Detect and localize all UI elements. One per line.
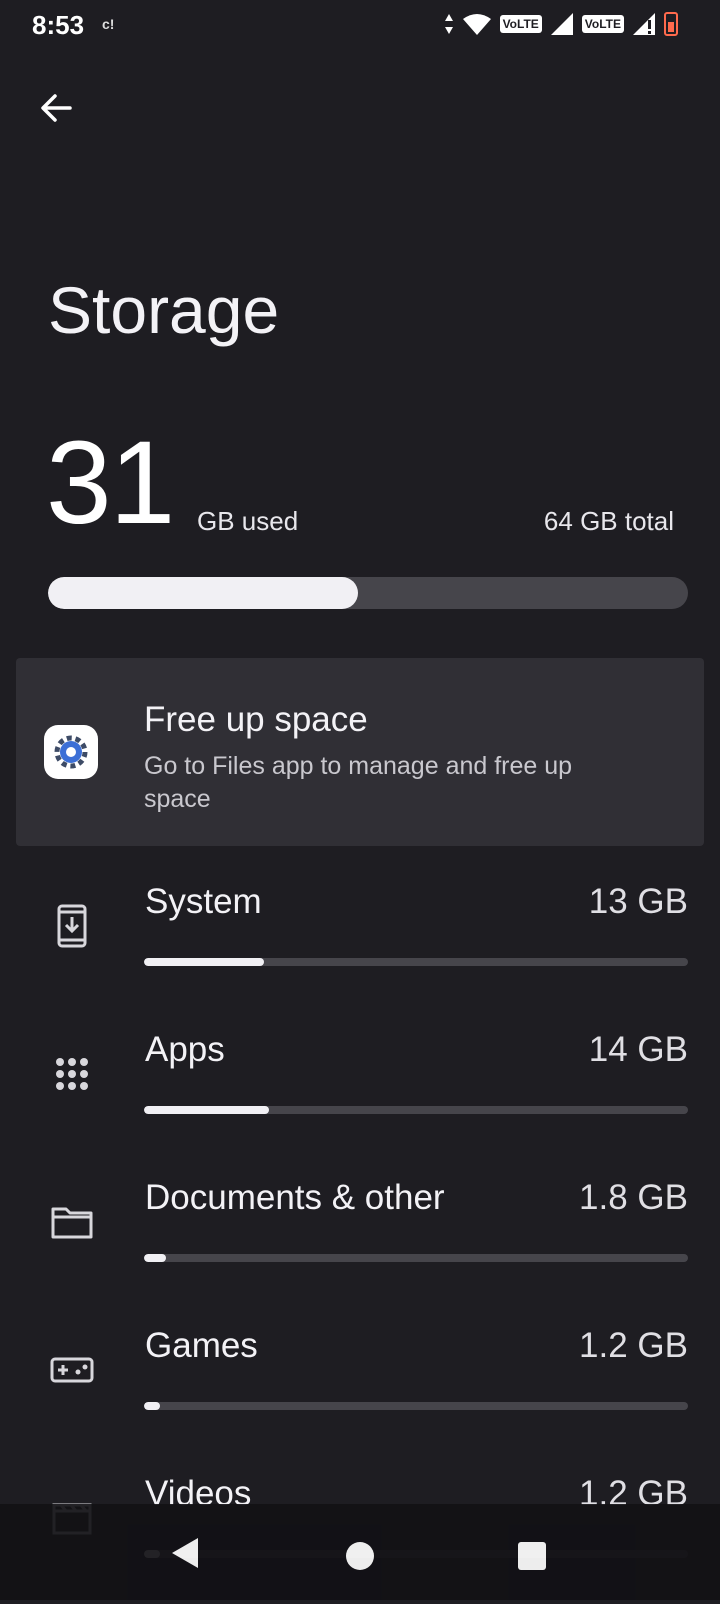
storage-usage-bar [48, 577, 688, 609]
status-time: 8:53 [32, 10, 85, 40]
status-icons: VoLTE VoLTE [444, 12, 678, 36]
category-row-documents[interactable]: Documents & other 1.8 GB [0, 1168, 720, 1308]
nav-recents-icon[interactable] [518, 1542, 546, 1570]
category-usage-fill [144, 1254, 166, 1262]
total-storage-label: 64 GB total [543, 506, 674, 536]
gamepad-icon [48, 1346, 96, 1394]
storage-usage-fill [48, 577, 358, 609]
volte-badge-2: VoLTE [581, 15, 624, 33]
category-label: Apps [145, 1030, 225, 1069]
battery-icon [664, 12, 678, 36]
status-bar: 8:53 c! VoLTE VoLTE [0, 0, 720, 54]
files-app-icon [44, 725, 98, 779]
nav-back-icon[interactable] [170, 1536, 200, 1570]
category-size: 13 GB [588, 882, 688, 921]
system-update-icon [48, 902, 96, 950]
free-up-space-subtitle: Go to Files app to manage and free up sp… [144, 752, 573, 813]
category-usage-bar [144, 958, 688, 966]
used-storage-unit: GB used [197, 506, 299, 536]
category-label: System [145, 882, 262, 921]
category-usage-bar [144, 1254, 688, 1262]
used-storage-value: 31 [46, 417, 175, 549]
category-usage-bar [144, 1402, 688, 1410]
category-size: 1.2 GB [579, 1326, 688, 1365]
free-up-space-title: Free up space [144, 700, 368, 739]
free-up-space-card[interactable]: Free up space Go to Files app to manage … [16, 658, 704, 846]
data-arrows-icon [444, 14, 453, 34]
folder-icon [48, 1198, 96, 1246]
category-size: 14 GB [588, 1030, 688, 1069]
category-usage-fill [144, 958, 264, 966]
signal-icon-1 [550, 13, 573, 35]
arrow-left-icon [41, 94, 72, 122]
category-usage-fill [144, 1402, 161, 1410]
notification-indicator: c! [102, 16, 115, 32]
system-navigation-bar [0, 1504, 720, 1600]
nav-home-icon[interactable] [346, 1542, 374, 1570]
category-usage-fill [144, 1106, 270, 1114]
page-title: Storage [48, 273, 280, 347]
category-row-apps[interactable]: Apps 14 GB [0, 1020, 720, 1160]
apps-grid-icon [48, 1050, 96, 1098]
category-label: Games [145, 1326, 258, 1365]
volte-badge-1: VoLTE [499, 15, 542, 33]
signal-icon-2 [633, 13, 655, 35]
category-usage-bar [144, 1106, 688, 1114]
wifi-icon [462, 14, 491, 35]
category-size: 1.8 GB [579, 1178, 688, 1217]
category-row-games[interactable]: Games 1.2 GB [0, 1316, 720, 1456]
category-row-system[interactable]: System 13 GB [0, 872, 720, 1012]
back-button[interactable] [30, 82, 82, 134]
category-label: Documents & other [145, 1178, 445, 1217]
